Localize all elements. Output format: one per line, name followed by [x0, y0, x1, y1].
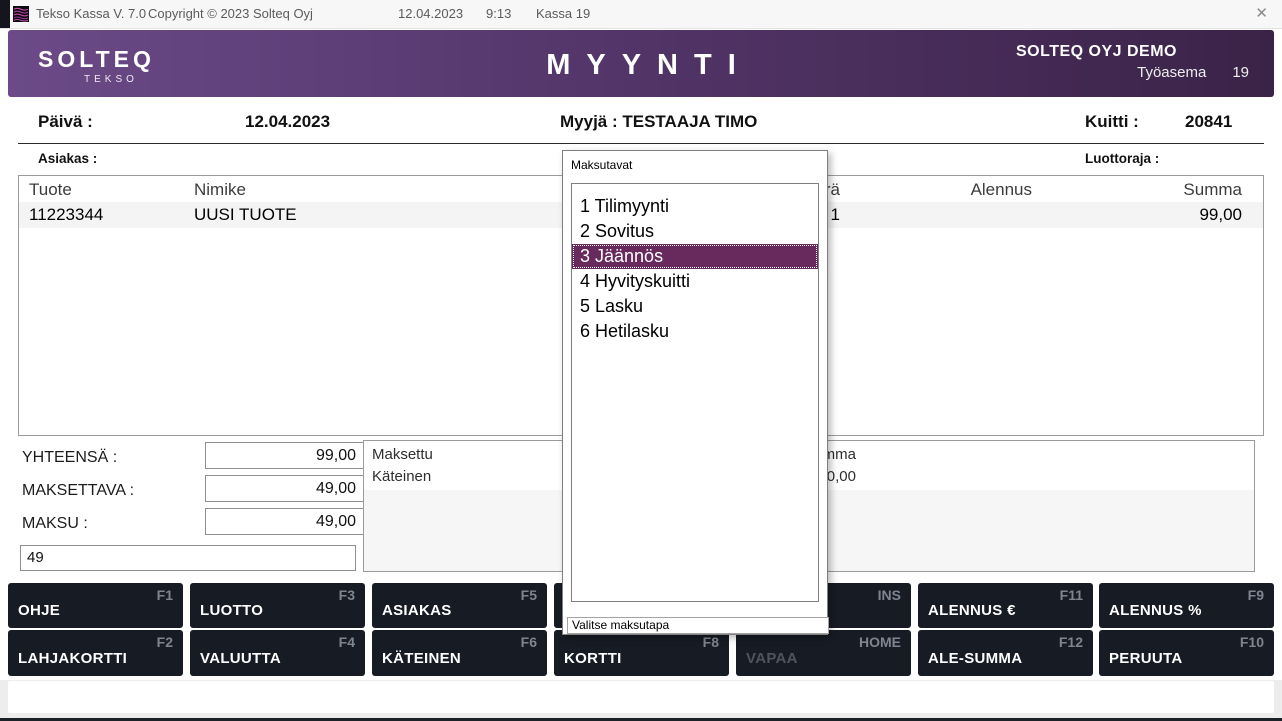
receipt-value: 20841	[1185, 112, 1232, 132]
gift-card-button[interactable]: LAHJAKORTTIF2	[8, 630, 183, 676]
payable-value-box: 49,00	[205, 475, 365, 502]
payment-methods-list: 1 Tilimyynti 2 Sovitus 3 Jäännös 4 Hyvit…	[571, 183, 819, 602]
payment-method-item[interactable]: 4 Hyvityskuitti	[572, 269, 818, 294]
item-qty: 1	[831, 205, 840, 225]
payment-method-item[interactable]: 5 Lasku	[572, 294, 818, 319]
header-right-block: SOLTEQ OYJ DEMO Työasema 19	[1016, 43, 1249, 81]
app-header: SOLTEQ TEKSO MYYNTI SOLTEQ OYJ DEMO Työa…	[8, 30, 1274, 97]
date-value: 12.04.2023	[245, 112, 330, 132]
col-header-discount: Alennus	[971, 180, 1032, 200]
col-header-sum: Summa	[1183, 180, 1242, 200]
fkey-label: F1	[157, 587, 173, 603]
paid-row-type: Käteinen	[372, 468, 431, 485]
cash-button[interactable]: KÄTEINENF6	[372, 630, 547, 676]
help-button[interactable]: OHJEF1	[8, 583, 183, 628]
copyright-text: Copyright © 2023 Solteq Oyj	[148, 0, 313, 28]
customer-label: Asiakas :	[38, 151, 97, 166]
item-name: UUSI TUOTE	[194, 205, 297, 225]
free-button: VAPAAHOME	[736, 630, 911, 676]
total-value-box: 99,00	[205, 442, 365, 469]
col-header-product: Tuote	[29, 180, 72, 200]
total-label: YHTEENSÄ :	[22, 449, 117, 467]
item-sum: 99,00	[1199, 205, 1242, 225]
fkey-label: F12	[1059, 634, 1083, 650]
discount-subtotal-button[interactable]: ALE-SUMMAF12	[918, 630, 1093, 676]
fkey-label: F9	[1248, 587, 1264, 603]
app-logo-icon	[13, 6, 29, 22]
payable-label: MAKSETTAVA :	[22, 482, 134, 500]
payment-method-item[interactable]: 2 Sovitus	[572, 219, 818, 244]
cancel-button[interactable]: PERUUTAF10	[1099, 630, 1274, 676]
fkey-label: INS	[878, 587, 901, 603]
titlebar-register: Kassa 19	[536, 0, 590, 28]
fkey-label: F11	[1060, 587, 1083, 603]
dialog-title: Maksutavat	[571, 158, 632, 172]
window-title-bar: Tekso Kassa V. 7.0 Copyright © 2023 Solt…	[0, 0, 1282, 29]
credit-button[interactable]: LUOTTOF3	[190, 583, 365, 628]
fkey-label: F6	[521, 634, 537, 650]
fkey-label: HOME	[859, 634, 901, 650]
workstation-value: 19	[1232, 64, 1249, 81]
payment-method-item[interactable]: 1 Tilimyynti	[572, 194, 818, 219]
titlebar-date: 12.04.2023	[398, 0, 463, 28]
dialog-status-field: Valitse maksutapa	[567, 617, 829, 634]
title-bar-left-edge	[0, 0, 10, 28]
company-name: SOLTEQ OYJ DEMO	[1016, 43, 1177, 61]
discount-pct-button[interactable]: ALENNUS %F9	[1099, 583, 1274, 628]
close-icon[interactable]: ✕	[1255, 0, 1268, 28]
info-divider	[18, 143, 1264, 144]
item-product-code: 11223344	[29, 205, 103, 225]
window-title: Tekso Kassa V. 7.0	[36, 0, 146, 28]
col-header-name: Nimike	[194, 180, 246, 200]
workstation-line: Työasema 19	[1016, 64, 1249, 81]
payment-label: MAKSU :	[22, 515, 88, 533]
fkey-label: F10	[1240, 634, 1264, 650]
payment-amount-input[interactable]: 49	[20, 545, 356, 571]
workstation-label: Työasema	[1137, 64, 1206, 81]
receipt-label: Kuitti :	[1085, 112, 1139, 132]
customer-button[interactable]: ASIAKASF5	[372, 583, 547, 628]
fkey-label: F2	[157, 634, 173, 650]
fkey-label: F5	[521, 587, 537, 603]
payment-methods-dialog: Maksutavat 1 Tilimyynti 2 Sovitus 3 Jään…	[562, 150, 828, 635]
payment-value-box: 49,00	[205, 508, 365, 535]
fkey-label: F8	[703, 634, 719, 650]
titlebar-time: 9:13	[486, 0, 511, 28]
card-button[interactable]: KORTTIF8	[554, 630, 729, 676]
currency-button[interactable]: VALUUTTAF4	[190, 630, 365, 676]
fkey-label: F3	[339, 587, 355, 603]
payment-method-item[interactable]: 3 Jäännös	[572, 244, 818, 269]
seller-line: Myyjä : TESTAAJA TIMO	[560, 112, 757, 132]
fkey-label: F4	[339, 634, 355, 650]
bottom-input-bar[interactable]	[8, 681, 1274, 713]
credit-limit-label: Luottoraja :	[1085, 151, 1159, 166]
discount-eur-button[interactable]: ALENNUS €F11	[918, 583, 1093, 628]
date-label: Päivä :	[38, 112, 93, 132]
payment-method-item[interactable]: 6 Hetilasku	[572, 319, 818, 344]
paid-type-header: Maksettu	[372, 446, 433, 463]
